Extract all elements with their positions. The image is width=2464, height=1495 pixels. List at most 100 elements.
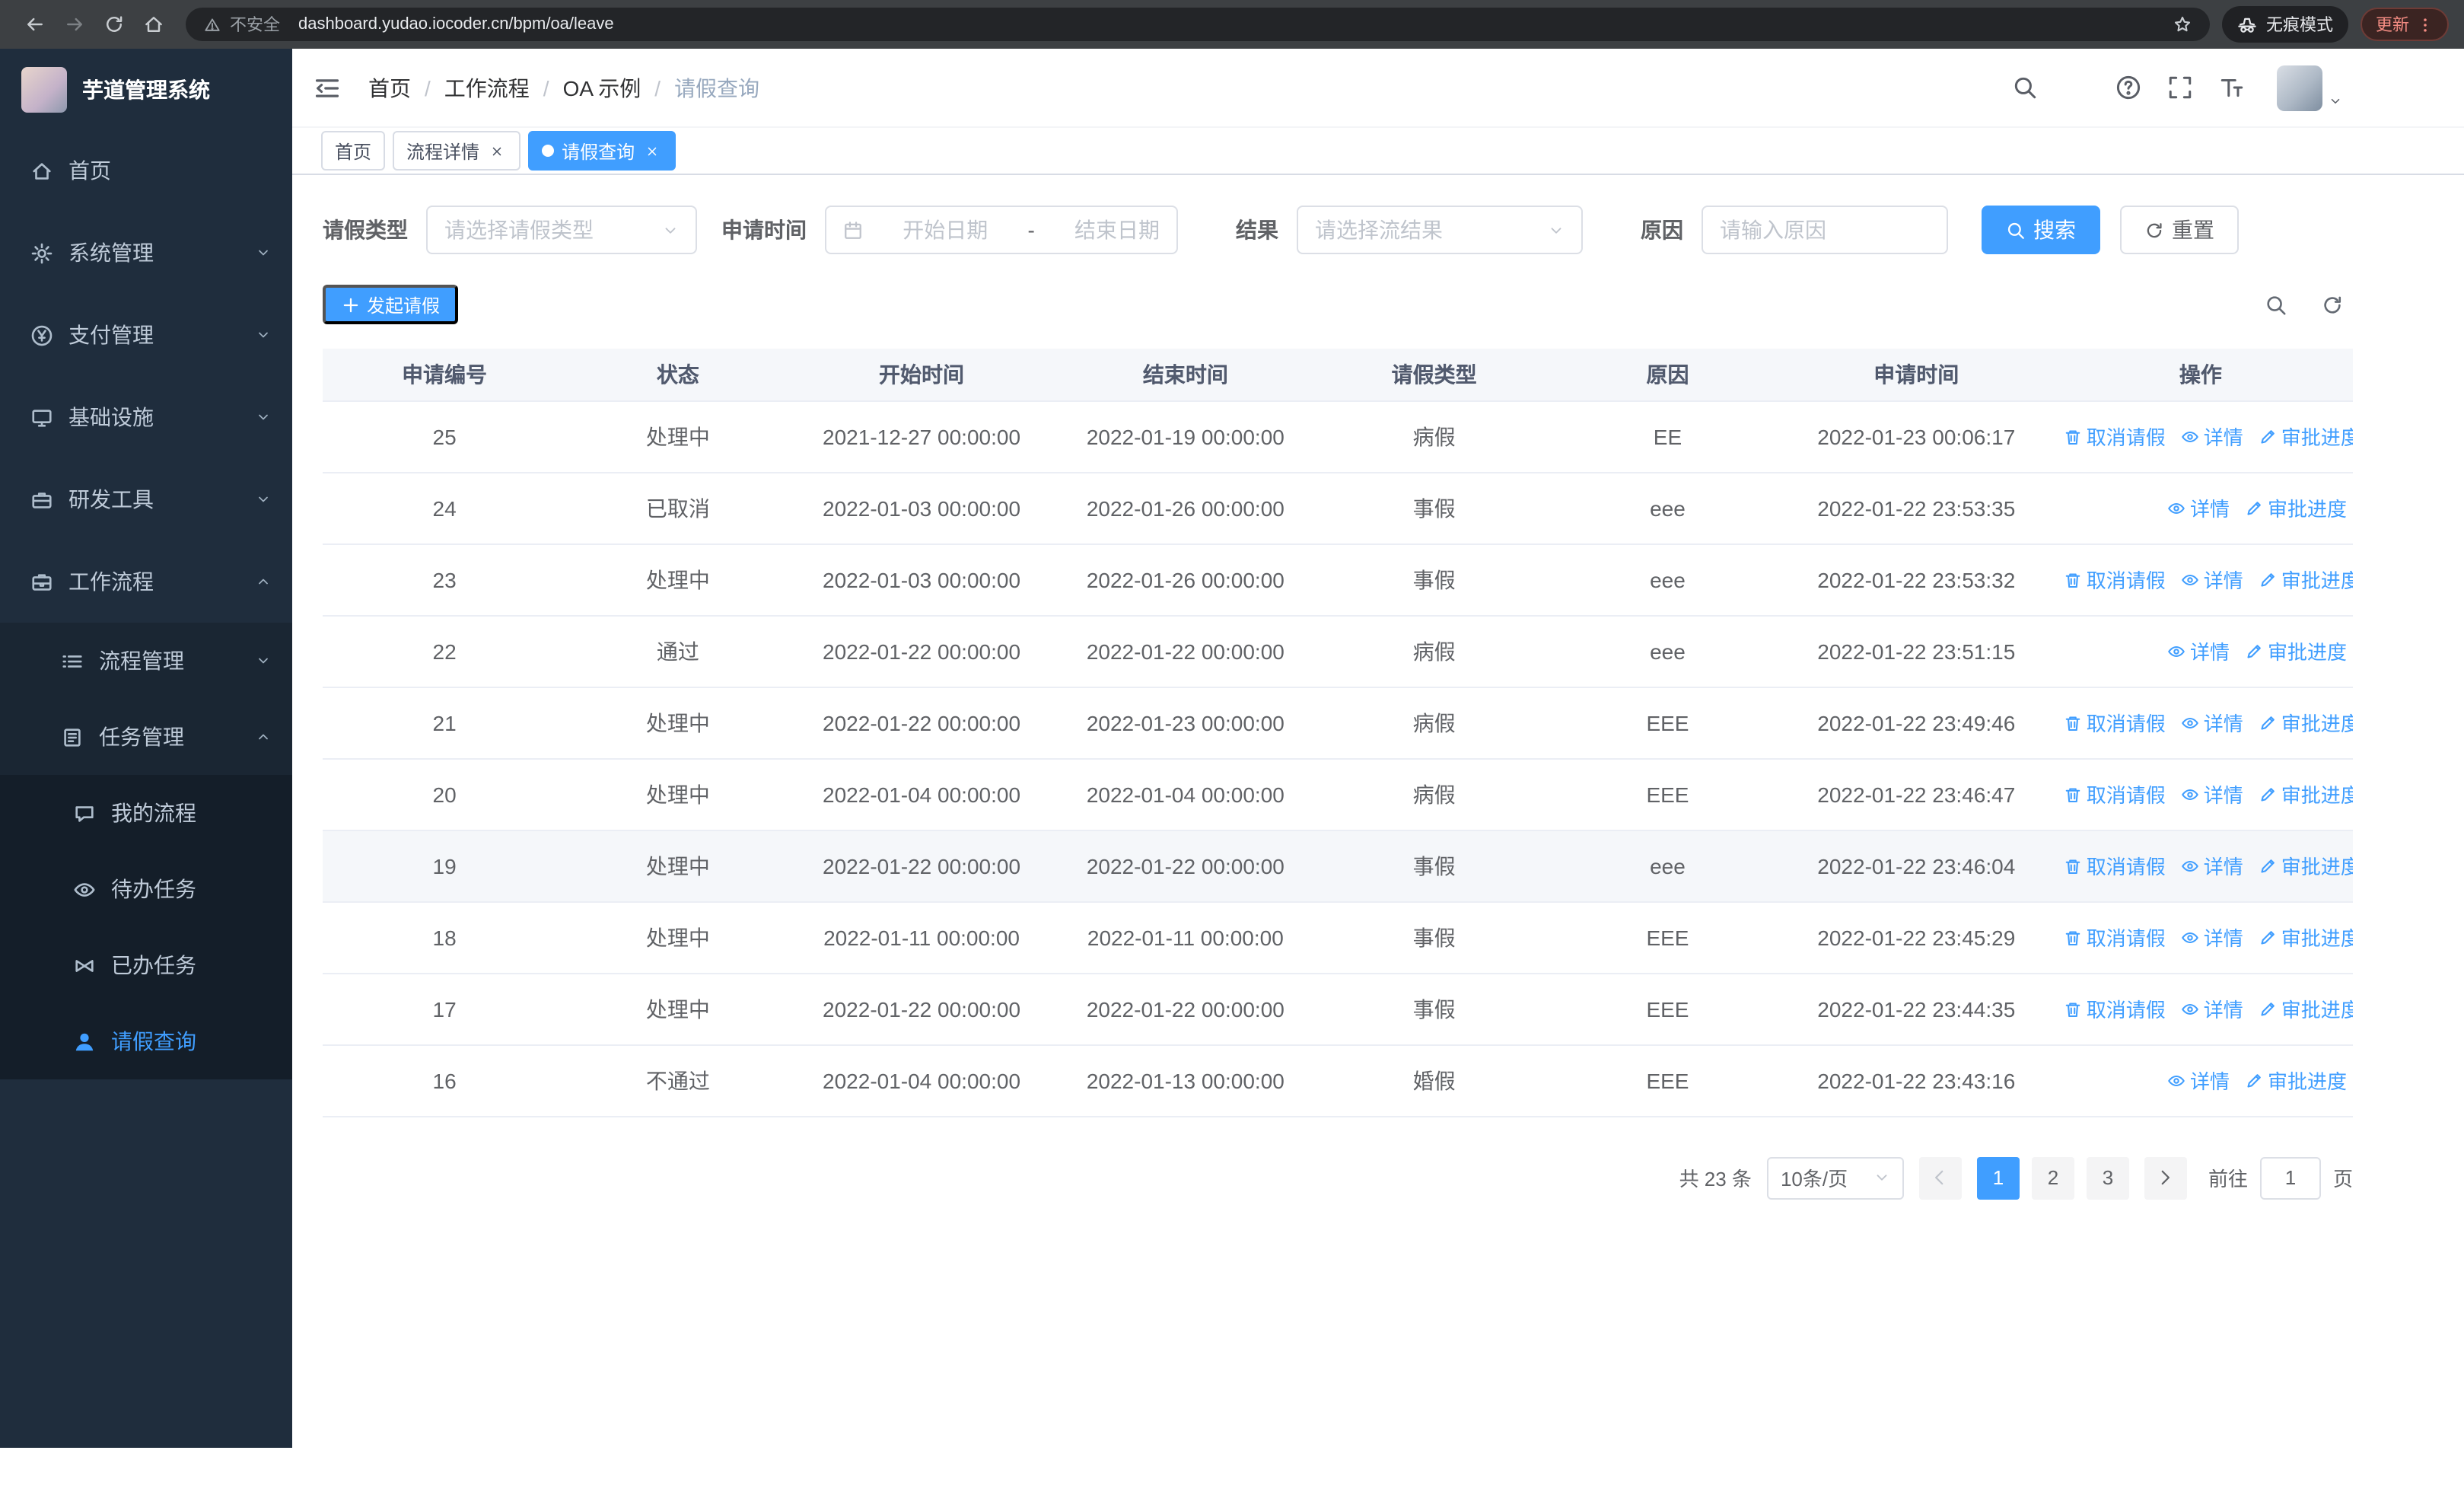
action-progress[interactable]: 审批进度	[2245, 636, 2347, 665]
breadcrumb-separator: /	[425, 75, 431, 100]
action-progress[interactable]: 审批进度	[2259, 422, 2353, 451]
toggle-search-icon[interactable]	[2265, 293, 2287, 316]
reason-input[interactable]: 请输入原因	[1702, 206, 1948, 254]
action-cancel[interactable]: 取消请假	[2064, 994, 2166, 1023]
eye-icon	[2167, 499, 2185, 517]
caret-up-icon	[256, 729, 271, 744]
action-progress[interactable]: 审批进度	[2259, 851, 2353, 880]
leave-type-select[interactable]: 请选择请假类型	[426, 206, 697, 254]
github-icon[interactable]	[2064, 75, 2090, 100]
breadcrumb-item[interactable]: OA 示例	[563, 72, 641, 103]
page-size-select[interactable]: 10条/页	[1766, 1156, 1904, 1199]
user-avatar[interactable]	[2277, 65, 2322, 110]
refresh-table-icon[interactable]	[2321, 293, 2344, 316]
eye-icon	[2167, 642, 2185, 660]
sidebar-item-tools[interactable]: 研发工具	[0, 458, 292, 540]
cell-id: 19	[323, 830, 567, 902]
cell-end: 2022-01-22 00:00:00	[1053, 973, 1318, 1045]
action-cancel[interactable]: 取消请假	[2064, 422, 2166, 451]
sidebar-item-chat[interactable]: 我的流程	[0, 775, 292, 851]
action-detail[interactable]: 详情	[2167, 493, 2230, 522]
page-button-3[interactable]: 3	[2086, 1156, 2129, 1199]
action-progress[interactable]: 审批进度	[2245, 493, 2347, 522]
table-row: 18 处理中 2022-01-11 00:00:00 2022-01-11 00:00…	[323, 901, 2353, 974]
browser-home-icon[interactable]	[134, 5, 173, 44]
sidebar-item-yen[interactable]: 支付管理	[0, 294, 292, 376]
breadcrumb-item[interactable]: 工作流程	[444, 72, 530, 103]
sidebar-item-gear[interactable]: 系统管理	[0, 212, 292, 294]
action-progress[interactable]: 审批进度	[2259, 708, 2353, 737]
prev-page-button[interactable]	[1918, 1156, 1962, 1199]
cell-status: 不通过	[566, 1044, 790, 1117]
security-label: 不安全	[230, 17, 280, 35]
close-icon[interactable]	[487, 141, 507, 161]
search-icon[interactable]	[2012, 75, 2038, 100]
sidebar-item-workflow[interactable]: 工作流程	[0, 540, 292, 623]
trash-icon	[2064, 999, 2082, 1018]
browser-menu-icon[interactable]	[2417, 16, 2434, 33]
tab-首页[interactable]: 首页	[321, 131, 386, 171]
sidebar-item-label: 我的流程	[111, 801, 196, 825]
action-detail[interactable]: 详情	[2181, 994, 2243, 1023]
sidebar-item-infra[interactable]: 基础设施	[0, 376, 292, 458]
sidebar-item-done[interactable]: 已办任务	[0, 927, 292, 1003]
user-menu[interactable]	[2277, 65, 2342, 110]
help-icon[interactable]	[2115, 75, 2141, 100]
sidebar-item-user[interactable]: 请假查询	[0, 1003, 292, 1079]
pen-icon	[2245, 1071, 2263, 1089]
pen-icon	[2259, 785, 2277, 803]
action-progress[interactable]: 审批进度	[2259, 779, 2353, 808]
caret-down-icon	[256, 410, 271, 425]
column-header: 结束时间	[1053, 349, 1318, 401]
action-progress[interactable]: 审批进度	[2259, 994, 2353, 1023]
action-detail[interactable]: 详情	[2181, 851, 2243, 880]
fontsize-icon[interactable]	[2219, 75, 2245, 100]
update-button[interactable]: 更新	[2361, 8, 2449, 41]
result-select[interactable]: 请选择流结果	[1297, 206, 1583, 254]
cell-end: 2022-01-04 00:00:00	[1053, 758, 1318, 830]
sidebar-item-home[interactable]: 首页	[0, 129, 292, 212]
fullscreen-icon[interactable]	[2167, 75, 2193, 100]
action-detail[interactable]: 详情	[2181, 923, 2243, 952]
action-progress[interactable]: 审批进度	[2259, 923, 2353, 952]
action-detail[interactable]: 详情	[2167, 636, 2230, 665]
action-detail[interactable]: 详情	[2181, 422, 2243, 451]
action-cancel[interactable]: 取消请假	[2064, 779, 2166, 808]
column-header: 申请时间	[1784, 349, 2049, 401]
next-page-button[interactable]	[2144, 1156, 2187, 1199]
back-icon[interactable]	[15, 5, 55, 44]
bookmark-star-icon[interactable]	[2173, 15, 2192, 33]
user-icon	[73, 1030, 96, 1053]
breadcrumb-item[interactable]: 首页	[368, 72, 411, 103]
action-detail[interactable]: 详情	[2181, 565, 2243, 594]
reset-button[interactable]: 重置	[2120, 206, 2239, 254]
action-cancel[interactable]: 取消请假	[2064, 851, 2166, 880]
action-cancel[interactable]: 取消请假	[2064, 708, 2166, 737]
goto-page-input[interactable]: 1	[2259, 1156, 2321, 1199]
sidebar-item-eye[interactable]: 待办任务	[0, 851, 292, 927]
tab-流程详情[interactable]: 流程详情	[393, 131, 521, 171]
action-progress[interactable]: 审批进度	[2259, 565, 2353, 594]
action-detail[interactable]: 详情	[2167, 1066, 2230, 1095]
action-detail[interactable]: 详情	[2181, 779, 2243, 808]
pen-icon	[2259, 427, 2277, 445]
tab-请假查询[interactable]: 请假查询	[528, 131, 676, 171]
sidebar-item-task[interactable]: 任务管理	[0, 699, 292, 775]
reload-icon[interactable]	[94, 5, 134, 44]
home-icon	[30, 159, 53, 182]
sidebar-item-process[interactable]: 流程管理	[0, 623, 292, 699]
close-icon[interactable]	[642, 141, 662, 161]
collapse-sidebar-icon[interactable]	[314, 74, 341, 101]
forward-icon[interactable]	[55, 5, 94, 44]
create-leave-button[interactable]: 发起请假	[323, 285, 459, 324]
action-detail[interactable]: 详情	[2181, 708, 2243, 737]
action-cancel[interactable]: 取消请假	[2064, 923, 2166, 952]
page-button-2[interactable]: 2	[2031, 1156, 2074, 1199]
action-progress[interactable]: 审批进度	[2245, 1066, 2347, 1095]
page-button-1[interactable]: 1	[1976, 1156, 2020, 1199]
action-cancel[interactable]: 取消请假	[2064, 565, 2166, 594]
url-bar[interactable]: 不安全 dashboard.yudao.iocoder.cn/bpm/oa/le…	[186, 8, 2210, 41]
table-row: 20 处理中 2022-01-04 00:00:00 2022-01-04 00:00…	[323, 758, 2353, 830]
apply-time-range-picker[interactable]: 开始日期 - 结束日期	[825, 206, 1178, 254]
search-button[interactable]: 搜索	[1982, 206, 2100, 254]
